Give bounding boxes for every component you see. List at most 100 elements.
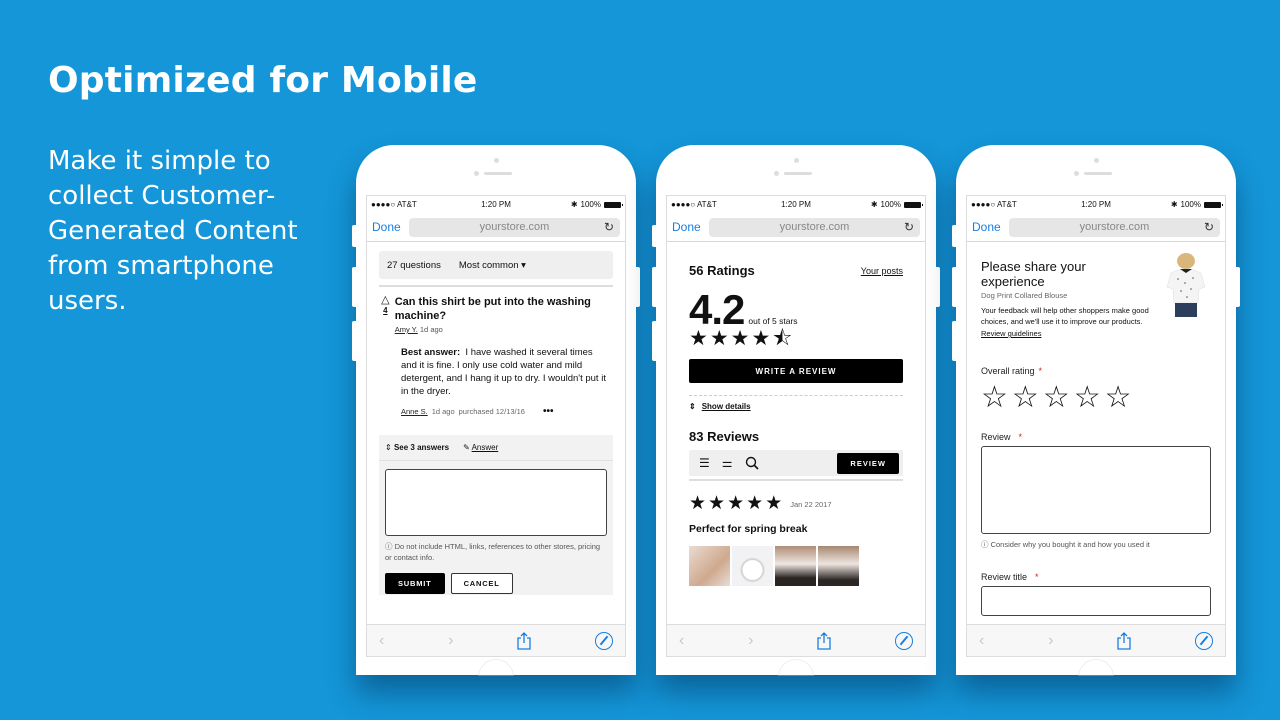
- back-icon[interactable]: ‹: [979, 632, 984, 650]
- share-icon[interactable]: [517, 631, 531, 650]
- show-details-toggle[interactable]: ⇕ Show details: [689, 402, 903, 411]
- review-title-input[interactable]: [981, 586, 1211, 616]
- star-icon: ★: [689, 493, 707, 514]
- reload-icon[interactable]: ↻: [904, 220, 914, 234]
- bluetooth-icon: ✱: [1170, 200, 1178, 209]
- dashed-divider: [689, 395, 903, 396]
- review-button[interactable]: REVIEW: [837, 452, 899, 474]
- star-icon: ★: [727, 493, 745, 514]
- forward-icon[interactable]: ›: [448, 632, 453, 650]
- sort-label: Most common: [458, 259, 519, 271]
- url-text: yourstore.com: [1079, 221, 1150, 233]
- more-icon[interactable]: •••: [543, 406, 554, 417]
- review-textarea[interactable]: [981, 446, 1211, 534]
- divider: [379, 285, 613, 287]
- review-item: ★ ★ ★ ★ ★ Jan 22 2017: [689, 493, 903, 515]
- review-date: Jan 22 2017: [790, 499, 832, 509]
- sort-icon[interactable]: ☰: [699, 456, 710, 470]
- required-marker: *: [1038, 366, 1043, 376]
- review-guidelines-link[interactable]: Review guidelines: [981, 329, 1211, 338]
- home-button: [1078, 659, 1114, 676]
- back-icon[interactable]: ‹: [679, 632, 684, 650]
- answer-link-wrap[interactable]: ✎ Answer: [463, 443, 498, 452]
- back-icon[interactable]: ‹: [379, 632, 384, 650]
- done-button[interactable]: Done: [672, 220, 709, 234]
- question-count: 27 questions: [387, 259, 441, 271]
- url-text: yourstore.com: [479, 221, 550, 233]
- review-title: Perfect for spring break: [689, 523, 808, 535]
- question-author[interactable]: Amy Y.: [395, 325, 418, 334]
- star-outline-icon[interactable]: ☆: [981, 383, 1008, 413]
- screen: ●●●●○ AT&T 1:20 PM ✱ 100% Done yourstore.…: [366, 195, 626, 657]
- address-field[interactable]: yourstore.com ↻: [1009, 217, 1220, 237]
- done-button[interactable]: Done: [372, 220, 409, 234]
- vote-control[interactable]: △ 4: [381, 295, 390, 334]
- form-content: Please share your experience Dog Print C…: [967, 243, 1225, 624]
- star-outline-icon[interactable]: ☆: [1105, 383, 1132, 413]
- earpiece: [1084, 172, 1112, 175]
- earpiece: [484, 172, 512, 175]
- your-posts-link[interactable]: Your posts: [861, 266, 903, 276]
- product-image: [1163, 253, 1209, 317]
- expand-icon: ⇕: [385, 443, 392, 452]
- front-camera: [1074, 171, 1079, 176]
- done-button[interactable]: Done: [972, 220, 1009, 234]
- share-icon[interactable]: [1117, 631, 1131, 650]
- cancel-button[interactable]: CANCEL: [450, 573, 513, 594]
- phone-qa: ●●●●○ AT&T 1:20 PM ✱ 100% Done yourstore.…: [352, 145, 640, 676]
- answer-author[interactable]: Anne S.: [401, 407, 428, 416]
- expand-icon: ⇕: [689, 402, 696, 411]
- front-camera: [474, 171, 479, 176]
- caret-down-icon: ▾: [521, 259, 526, 271]
- review-photo[interactable]: [732, 546, 773, 586]
- question-age: 1d ago: [419, 325, 443, 334]
- write-review-button[interactable]: WRITE A REVIEW: [689, 359, 903, 383]
- status-bar: ●●●●○ AT&T 1:20 PM ✱ 100%: [967, 196, 1225, 213]
- star-outline-icon[interactable]: ☆: [1043, 383, 1070, 413]
- show-details-link[interactable]: Show details: [702, 402, 751, 411]
- forward-icon[interactable]: ›: [1048, 632, 1053, 650]
- reload-icon[interactable]: ↻: [604, 220, 614, 234]
- status-bar: ●●●●○ AT&T 1:20 PM ✱ 100%: [367, 196, 625, 213]
- reload-icon[interactable]: ↻: [1204, 220, 1214, 234]
- star-icon: ★: [708, 493, 726, 514]
- battery-icon: [1204, 201, 1223, 208]
- best-answer: Best answer: I have washed it several ti…: [401, 346, 611, 398]
- review-photo[interactable]: [689, 546, 730, 586]
- compass-icon[interactable]: [895, 631, 913, 650]
- star-icon: ★: [751, 327, 771, 350]
- submit-button[interactable]: SUBMIT: [385, 573, 445, 594]
- search-icon[interactable]: [745, 456, 759, 470]
- review-photo[interactable]: [818, 546, 859, 586]
- filter-sliders-icon[interactable]: ⚌: [722, 456, 733, 470]
- see-answers-toggle[interactable]: ⇕ See 3 answers: [385, 443, 449, 452]
- answer-age: 1d ago: [431, 407, 455, 416]
- share-icon[interactable]: [817, 631, 831, 650]
- vote-count: 4: [383, 306, 388, 315]
- star-outline-icon[interactable]: ☆: [1012, 383, 1039, 413]
- address-field[interactable]: yourstore.com ↻: [409, 217, 620, 237]
- answer-textarea[interactable]: [385, 469, 607, 536]
- info-icon: ⓘ: [981, 540, 989, 549]
- compass-icon[interactable]: [1195, 631, 1213, 650]
- star-icon: ★: [730, 327, 750, 350]
- review-photo[interactable]: [775, 546, 816, 586]
- forward-icon[interactable]: ›: [748, 632, 753, 650]
- compass-icon[interactable]: [595, 631, 613, 650]
- sort-dropdown[interactable]: Most common ▾: [459, 260, 526, 271]
- browser-toolbar: ‹ ›: [967, 624, 1225, 656]
- url-bar: Done yourstore.com ↻: [667, 213, 925, 242]
- clock: 1:20 PM: [781, 200, 811, 209]
- answer-purchased: purchased 12/13/16: [458, 407, 525, 416]
- overall-rating-label: Overall rating *: [981, 366, 1211, 376]
- review-hint: ⓘ Consider why you bought it and how you…: [981, 539, 1211, 550]
- question-text: Can this shirt be put into the washing m…: [394, 296, 591, 322]
- answer-link[interactable]: Answer: [472, 443, 499, 452]
- see-answers-label: See 3 answers: [393, 443, 450, 452]
- upvote-icon[interactable]: △: [381, 295, 389, 306]
- earpiece: [784, 172, 812, 175]
- label-text: Overall rating: [981, 366, 1035, 376]
- battery-icon: [604, 201, 623, 208]
- address-field[interactable]: yourstore.com ↻: [709, 217, 920, 237]
- star-outline-icon[interactable]: ☆: [1074, 383, 1101, 413]
